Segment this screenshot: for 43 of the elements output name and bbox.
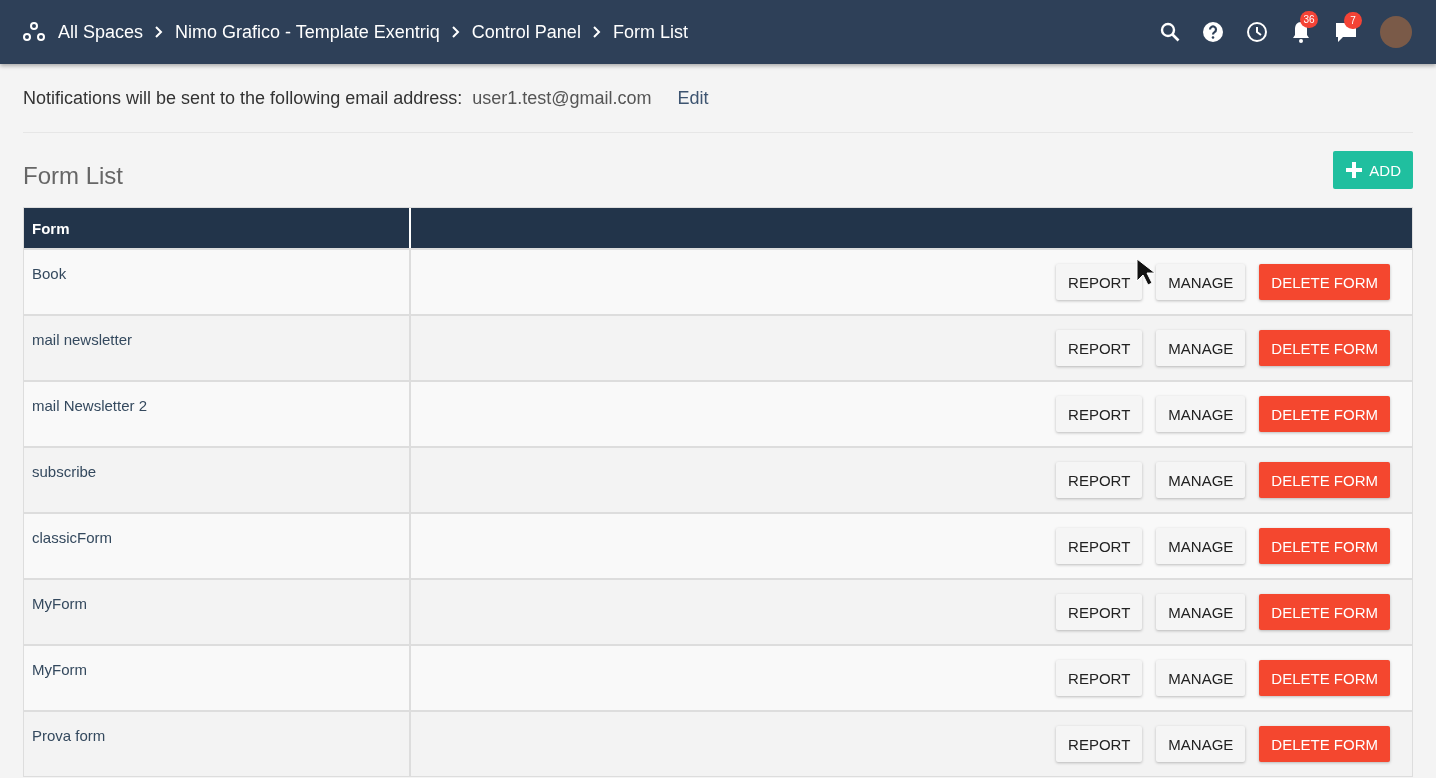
- manage-button[interactable]: MANAGE: [1156, 462, 1246, 498]
- delete-form-button[interactable]: DELETE FORM: [1259, 594, 1390, 630]
- manage-button[interactable]: MANAGE: [1156, 726, 1246, 762]
- delete-form-button[interactable]: DELETE FORM: [1259, 660, 1390, 696]
- report-button[interactable]: REPORT: [1056, 726, 1143, 762]
- manage-button[interactable]: MANAGE: [1156, 330, 1246, 366]
- report-button[interactable]: REPORT: [1056, 594, 1143, 630]
- manage-button[interactable]: MANAGE: [1156, 660, 1246, 696]
- report-button[interactable]: REPORT: [1056, 660, 1143, 696]
- report-button[interactable]: REPORT: [1056, 462, 1143, 498]
- manage-button[interactable]: MANAGE: [1156, 396, 1246, 432]
- chevron-right-icon: [451, 26, 460, 38]
- report-button[interactable]: REPORT: [1056, 528, 1143, 564]
- plus-icon: [1345, 161, 1364, 179]
- manage-button[interactable]: MANAGE: [1156, 264, 1246, 300]
- report-button[interactable]: REPORT: [1056, 396, 1143, 432]
- delete-form-button[interactable]: DELETE FORM: [1259, 264, 1390, 300]
- breadcrumb-link[interactable]: All Spaces: [58, 21, 144, 43]
- chevron-right-icon: [155, 26, 164, 38]
- report-button[interactable]: REPORT: [1056, 330, 1143, 366]
- delete-form-button[interactable]: DELETE FORM: [1259, 462, 1390, 498]
- help-icon[interactable]: [1202, 21, 1224, 43]
- edit-link[interactable]: Edit: [677, 87, 709, 109]
- manage-button[interactable]: MANAGE: [1156, 528, 1246, 564]
- breadcrumb-link[interactable]: Control Panel: [471, 21, 581, 43]
- search-icon[interactable]: [1160, 22, 1180, 42]
- form-name-cell: Prova form: [24, 712, 411, 776]
- notification-badge: 36: [1300, 11, 1318, 28]
- delete-form-button[interactable]: DELETE FORM: [1259, 726, 1390, 762]
- breadcrumb-link[interactable]: Nimo Grafico - Template Exentriq: [175, 21, 440, 43]
- manage-button[interactable]: MANAGE: [1156, 594, 1246, 630]
- spaces-icon[interactable]: [22, 21, 46, 43]
- chevron-right-icon: [592, 26, 601, 38]
- notification-text: Notifications will be sent to the following email address:: [23, 87, 463, 109]
- email-address: user1.test@gmail.com: [472, 87, 652, 109]
- clock-icon[interactable]: [1246, 21, 1268, 43]
- breadcrumb-link[interactable]: Form List: [612, 21, 688, 43]
- report-button[interactable]: REPORT: [1056, 264, 1143, 300]
- delete-form-button[interactable]: DELETE FORM: [1259, 528, 1390, 564]
- message-badge: 7: [1344, 12, 1362, 29]
- delete-form-button[interactable]: DELETE FORM: [1259, 396, 1390, 432]
- section-title: Form List: [23, 161, 123, 190]
- delete-form-button[interactable]: DELETE FORM: [1259, 330, 1390, 366]
